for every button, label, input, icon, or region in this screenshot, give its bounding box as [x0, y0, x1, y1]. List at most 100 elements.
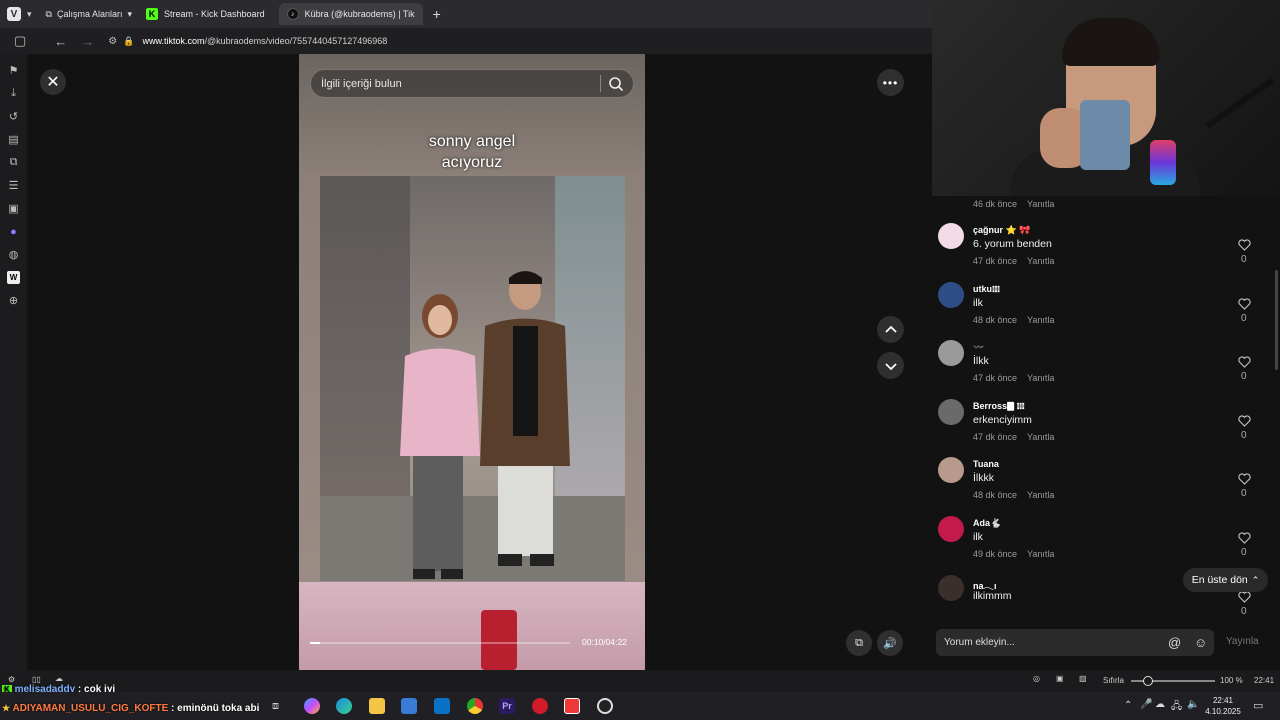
back-to-top-button[interactable]: En üste dön ⌃: [1183, 568, 1268, 592]
comment-text: İlkk: [973, 355, 989, 367]
avatar[interactable]: [938, 516, 964, 542]
file-explorer-icon[interactable]: [369, 698, 385, 714]
history-icon[interactable]: ↺: [7, 110, 20, 123]
person-man-graphic: [480, 271, 570, 566]
avatar[interactable]: [938, 457, 964, 483]
avatar[interactable]: [938, 399, 964, 425]
edge-icon[interactable]: [336, 698, 352, 714]
volume-icon[interactable]: 🔊: [877, 630, 903, 656]
reply-link[interactable]: Yanıtla: [1027, 432, 1054, 442]
tab-kick-dashboard[interactable]: K Stream - Kick Dashboard: [138, 3, 273, 25]
video-progress-track[interactable]: [310, 642, 570, 644]
close-icon[interactable]: ✕: [40, 69, 66, 95]
tab-tiktok[interactable]: ♪ Kübra (@kubraodems) | Tik: [278, 3, 423, 25]
comment-username[interactable]: Berross🀫 𝍖: [973, 401, 1025, 412]
forward-icon[interactable]: →: [81, 34, 94, 49]
comments-scrollbar[interactable]: [1275, 270, 1278, 370]
reply-link[interactable]: Yanıtla: [1027, 315, 1054, 325]
new-tab-icon[interactable]: +: [433, 6, 441, 22]
capture-icon[interactable]: ◎: [1033, 674, 1040, 683]
avatar[interactable]: [938, 340, 964, 366]
tiling-icon[interactable]: ▣: [1056, 674, 1064, 683]
heart-icon[interactable]: [1238, 415, 1251, 427]
chevron-up-icon[interactable]: ⌃: [1124, 700, 1132, 711]
window-panel-icon[interactable]: ⧉: [7, 156, 20, 169]
comment-username[interactable]: Tuana: [973, 459, 999, 469]
emoji-icon[interactable]: ☺: [1194, 635, 1207, 650]
zoom-reset-button[interactable]: Sıfırla: [1103, 676, 1124, 685]
comment-username[interactable]: çağnur ⭐ 🎀: [973, 225, 1030, 236]
next-video-button[interactable]: [877, 352, 904, 379]
more-options-icon[interactable]: •••: [877, 69, 904, 96]
microphone-icon[interactable]: 🎤: [1140, 699, 1152, 710]
cloud-icon[interactable]: ☁: [1155, 699, 1165, 710]
cloud-sync-icon[interactable]: ☁: [55, 674, 63, 683]
search-divider: [600, 75, 601, 92]
avatar[interactable]: [938, 282, 964, 308]
heart-icon[interactable]: [1238, 591, 1251, 603]
reply-link[interactable]: Yanıtla: [1027, 490, 1054, 500]
sidebar-toggle-icon[interactable]: ▢: [14, 33, 26, 49]
workspaces-button[interactable]: ⧉ Çalışma Alanları ▾: [46, 9, 133, 20]
vivaldi-icon[interactable]: [564, 698, 580, 714]
add-panel-icon[interactable]: ⊕: [7, 294, 20, 307]
chevron-down-icon[interactable]: ▾: [27, 9, 32, 20]
like-count: 0: [1241, 371, 1247, 382]
mention-icon[interactable]: @: [1168, 635, 1181, 650]
comment-username[interactable]: Ada🐇: [973, 518, 1001, 529]
reply-link[interactable]: Yanıtla: [1027, 373, 1054, 383]
web-panel-icon[interactable]: ◍: [7, 248, 20, 261]
comment-time: 47 dk önce: [973, 432, 1018, 442]
mastodon-icon[interactable]: ●: [7, 225, 20, 238]
comment-username[interactable]: utku𝍖: [973, 284, 1000, 295]
avatar[interactable]: [938, 575, 964, 601]
downloads-icon[interactable]: ⤓: [7, 87, 20, 100]
reply-link[interactable]: Yanıtla: [1027, 256, 1054, 266]
reading-list-icon[interactable]: ☰: [7, 179, 20, 192]
comment-meta: 48 dk önce Yanıtla: [973, 490, 1054, 500]
address-bar-row: ▢ ← → ⚙ 🔒 www.tiktok.com/@kubraodems/vid…: [0, 28, 932, 54]
wikipedia-icon[interactable]: W: [7, 271, 20, 284]
outlook-icon[interactable]: [434, 698, 450, 714]
premiere-icon[interactable]: Pr: [499, 698, 515, 714]
reply-link[interactable]: Yanıtla: [1027, 199, 1054, 209]
reply-link[interactable]: Yanıtla: [1027, 549, 1054, 559]
zoom-slider-knob[interactable]: [1143, 676, 1153, 686]
site-info-icon[interactable]: ⚙: [108, 36, 117, 47]
translate-icon[interactable]: ▣: [7, 202, 20, 215]
image-toggle-icon[interactable]: ▨: [1079, 674, 1087, 683]
network-icon[interactable]: 🖧: [1171, 699, 1182, 716]
notes-icon[interactable]: ▤: [7, 133, 20, 146]
search-icon[interactable]: [608, 76, 624, 92]
bookmarks-icon[interactable]: ⚑: [7, 64, 20, 77]
opera-icon[interactable]: [532, 698, 548, 714]
task-view-icon[interactable]: ⧈: [272, 700, 279, 713]
chrome-icon[interactable]: [467, 698, 483, 714]
publish-button[interactable]: Yayınla: [1226, 636, 1259, 647]
back-icon[interactable]: ←: [54, 34, 67, 49]
comment-text: ilk: [973, 297, 983, 309]
related-search-input[interactable]: İlgili içeriği bulun: [310, 69, 634, 98]
panel-toggle-icon[interactable]: ▯▯: [32, 675, 41, 684]
picture-in-picture-icon[interactable]: ⧉: [846, 630, 872, 656]
copilot-icon[interactable]: [304, 698, 320, 714]
heart-icon[interactable]: [1238, 239, 1251, 251]
vivaldi-menu-icon[interactable]: V: [7, 7, 21, 21]
previous-video-button[interactable]: [877, 316, 904, 343]
heart-icon[interactable]: [1238, 298, 1251, 310]
store-icon[interactable]: [401, 698, 417, 714]
heart-icon[interactable]: [1238, 532, 1251, 544]
comment-username[interactable]: 〰️: [973, 342, 984, 353]
speaker-icon[interactable]: 🔈: [1187, 699, 1199, 710]
address-field[interactable]: www.tiktok.com/@kubraodems/video/7557440…: [142, 36, 387, 46]
avatar[interactable]: [938, 223, 964, 249]
heart-icon[interactable]: [1238, 473, 1251, 485]
double-chevron-up-icon: ⌃: [1251, 574, 1260, 585]
taskbar-clock[interactable]: 22:41 4.10.2025: [1203, 695, 1243, 717]
comment-text: ilk: [973, 531, 983, 543]
notifications-icon[interactable]: ▭: [1253, 699, 1263, 712]
comment-time: 49 dk önce: [973, 549, 1018, 559]
obs-icon[interactable]: [597, 698, 613, 714]
settings-icon[interactable]: ⚙: [8, 675, 15, 684]
heart-icon[interactable]: [1238, 356, 1251, 368]
